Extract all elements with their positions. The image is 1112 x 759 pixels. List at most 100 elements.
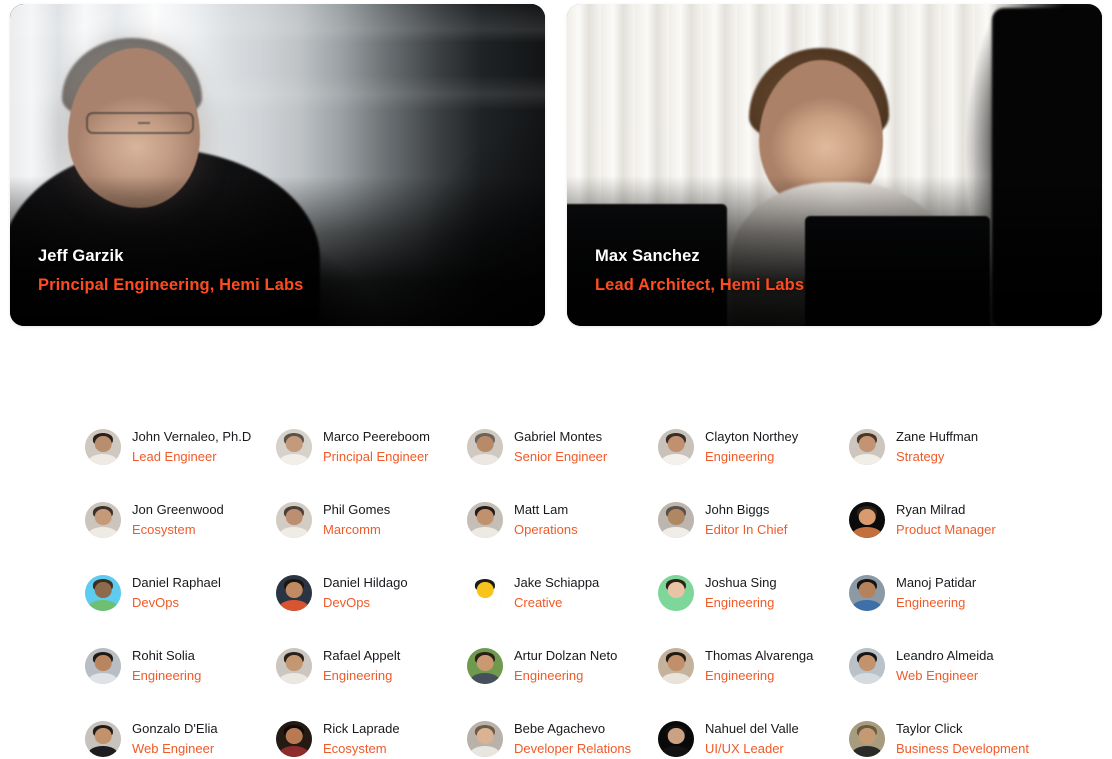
member-role: Marcomm bbox=[323, 521, 381, 537]
team-member[interactable]: Zane Huffman Strategy bbox=[849, 420, 1040, 473]
avatar-shoulders bbox=[660, 454, 692, 465]
team-member[interactable]: Rohit Solia Engineering bbox=[85, 639, 276, 692]
member-name: Marco Peereboom bbox=[323, 429, 430, 445]
member-text: Jon Greenwood Ecosystem bbox=[132, 501, 224, 537]
leader-caption: Jeff Garzik Principal Engineering, Hemi … bbox=[38, 245, 303, 296]
avatar-shoulders bbox=[278, 673, 310, 684]
team-member[interactable]: Jake Schiappa Creative bbox=[467, 566, 658, 619]
member-role: Engineering bbox=[132, 667, 202, 683]
avatar bbox=[276, 720, 312, 757]
avatar-shoulders bbox=[87, 527, 119, 538]
member-text: Clayton Northey Engineering bbox=[705, 428, 798, 464]
avatar-shoulders bbox=[278, 527, 310, 538]
leader-card-max-sanchez[interactable]: Max Sanchez Lead Architect, Hemi Labs bbox=[567, 4, 1102, 326]
member-role: UI/UX Leader bbox=[705, 740, 784, 756]
member-role: Creative bbox=[514, 594, 563, 610]
member-name: Manoj Patidar bbox=[896, 575, 977, 591]
team-member[interactable]: Manoj Patidar Engineering bbox=[849, 566, 1040, 619]
member-role: Editor In Chief bbox=[705, 521, 788, 537]
avatar-face bbox=[285, 727, 303, 745]
avatar-face bbox=[476, 435, 494, 453]
avatar-shoulders bbox=[469, 527, 501, 538]
member-name: Jon Greenwood bbox=[132, 502, 224, 518]
avatar bbox=[85, 647, 121, 684]
avatar bbox=[658, 720, 694, 757]
avatar bbox=[276, 501, 312, 538]
member-role: Senior Engineer bbox=[514, 448, 608, 464]
leader-role: Lead Architect, Hemi Labs bbox=[595, 275, 805, 294]
avatar-face bbox=[94, 581, 112, 599]
avatar-face bbox=[667, 508, 685, 526]
team-member[interactable]: Joshua Sing Engineering bbox=[658, 566, 849, 619]
member-text: Leandro Almeida Web Engineer bbox=[896, 647, 994, 683]
avatar bbox=[658, 647, 694, 684]
glasses-icon bbox=[86, 112, 194, 134]
avatar-face bbox=[285, 654, 303, 672]
leader-card-jeff-garzik[interactable]: Jeff Garzik Principal Engineering, Hemi … bbox=[10, 4, 545, 326]
team-member[interactable]: Phil Gomes Marcomm bbox=[276, 493, 467, 546]
avatar-shoulders bbox=[469, 454, 501, 465]
team-member[interactable]: Rick Laprade Ecosystem bbox=[276, 712, 467, 759]
member-text: Daniel Hildago DevOps bbox=[323, 574, 408, 610]
member-text: Gabriel Montes Senior Engineer bbox=[514, 428, 607, 464]
avatar-shoulders bbox=[469, 746, 501, 757]
team-member[interactable]: Gabriel Montes Senior Engineer bbox=[467, 420, 658, 473]
team-member[interactable]: Marco Peereboom Principal Engineer bbox=[276, 420, 467, 473]
member-name: Leandro Almeida bbox=[896, 648, 994, 664]
team-member[interactable]: Taylor Click Business Development bbox=[849, 712, 1040, 759]
team-member[interactable]: Bebe Agachevo Developer Relations bbox=[467, 712, 658, 759]
member-name: John Biggs bbox=[705, 502, 770, 518]
avatar bbox=[849, 574, 885, 611]
avatar bbox=[467, 720, 503, 757]
avatar bbox=[85, 720, 121, 757]
leader-caption: Max Sanchez Lead Architect, Hemi Labs bbox=[595, 245, 804, 296]
team-member[interactable]: Ryan Milrad Product Manager bbox=[849, 493, 1040, 546]
member-name: Joshua Sing bbox=[705, 575, 777, 591]
team-member[interactable]: Artur Dolzan Neto Engineering bbox=[467, 639, 658, 692]
team-member[interactable]: Rafael Appelt Engineering bbox=[276, 639, 467, 692]
photo-shape-laptop-right bbox=[805, 216, 990, 326]
avatar-face bbox=[94, 654, 112, 672]
team-page: Jeff Garzik Principal Engineering, Hemi … bbox=[0, 0, 1112, 759]
team-member[interactable]: John Vernaleo, Ph.D Lead Engineer bbox=[85, 420, 276, 473]
avatar-shoulders bbox=[87, 454, 119, 465]
member-name: Rafael Appelt bbox=[323, 648, 401, 664]
member-name: Matt Lam bbox=[514, 502, 569, 518]
member-text: Artur Dolzan Neto Engineering bbox=[514, 647, 617, 683]
member-text: Taylor Click Business Development bbox=[896, 720, 1029, 756]
member-role: Business Development bbox=[896, 740, 1029, 756]
avatar bbox=[467, 428, 503, 465]
member-name: Gabriel Montes bbox=[514, 429, 603, 445]
team-member[interactable]: Daniel Hildago DevOps bbox=[276, 566, 467, 619]
avatar bbox=[849, 428, 885, 465]
team-member[interactable]: Gonzalo D'Elia Web Engineer bbox=[85, 712, 276, 759]
avatar-shoulders bbox=[660, 600, 692, 611]
avatar-shoulders bbox=[660, 746, 692, 757]
team-member[interactable]: Jon Greenwood Ecosystem bbox=[85, 493, 276, 546]
avatar bbox=[467, 501, 503, 538]
avatar-shoulders bbox=[278, 600, 310, 611]
member-name: Clayton Northey bbox=[705, 429, 799, 445]
member-name: John Vernaleo, Ph.D bbox=[132, 429, 252, 445]
avatar-shoulders bbox=[851, 673, 883, 684]
avatar-face bbox=[476, 581, 494, 599]
avatar bbox=[276, 428, 312, 465]
avatar-face bbox=[476, 727, 494, 745]
photo-shape-monitor bbox=[992, 8, 1102, 326]
team-member[interactable]: Matt Lam Operations bbox=[467, 493, 658, 546]
member-text: Rafael Appelt Engineering bbox=[323, 647, 400, 683]
team-member[interactable]: Nahuel del Valle UI/UX Leader bbox=[658, 712, 849, 759]
team-member[interactable]: Daniel Raphael DevOps bbox=[85, 566, 276, 619]
avatar-face bbox=[476, 508, 494, 526]
avatar-shoulders bbox=[87, 673, 119, 684]
avatar-face bbox=[476, 654, 494, 672]
team-member[interactable]: Clayton Northey Engineering bbox=[658, 420, 849, 473]
avatar-shoulders bbox=[278, 454, 310, 465]
avatar bbox=[85, 428, 121, 465]
avatar-face bbox=[94, 435, 112, 453]
leader-name: Max Sanchez bbox=[595, 247, 700, 266]
team-member[interactable]: John Biggs Editor In Chief bbox=[658, 493, 849, 546]
team-member[interactable]: Leandro Almeida Web Engineer bbox=[849, 639, 1040, 692]
team-member[interactable]: Thomas Alvarenga Engineering bbox=[658, 639, 849, 692]
member-role: Engineering bbox=[514, 667, 584, 683]
